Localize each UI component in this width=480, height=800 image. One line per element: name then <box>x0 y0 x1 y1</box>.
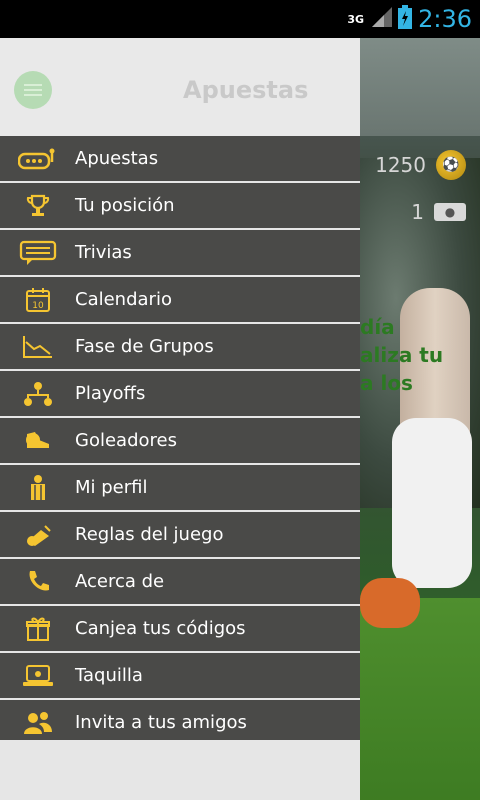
page-title: Apuestas <box>183 76 309 104</box>
tickets-value: 1 <box>411 200 424 224</box>
coin-icon: ⚽ <box>436 150 466 180</box>
menu-item-canjea-tus-codigos[interactable]: Canjea tus códigos <box>0 606 360 653</box>
coins-value: 1250 <box>375 153 426 177</box>
menu-item-label: Calendario <box>75 289 172 310</box>
laptop-icon <box>0 653 75 698</box>
menu-item-tu-posicion[interactable]: Tu posición <box>0 183 360 230</box>
menu-item-label: Canjea tus códigos <box>75 618 246 639</box>
clock: 2:36 <box>418 5 472 33</box>
bracket-icon <box>0 371 75 416</box>
battery-icon <box>398 5 413 33</box>
chat-icon <box>0 230 75 275</box>
trophy-icon <box>0 183 75 228</box>
menu-item-label: Goleadores <box>75 430 177 451</box>
svg-text:10: 10 <box>32 301 44 311</box>
menu-item-label: Taquilla <box>75 665 143 686</box>
menu-item-calendario[interactable]: 10 Calendario <box>0 277 360 324</box>
ticket-icon: ● <box>434 203 466 221</box>
menu-item-taquilla[interactable]: Taquilla <box>0 653 360 700</box>
soccer-boot-icon <box>0 418 75 463</box>
menu-item-playoffs[interactable]: Playoffs <box>0 371 360 418</box>
phone-icon <box>0 559 75 604</box>
menu-item-mi-perfil[interactable]: Mi perfil <box>0 465 360 512</box>
menu-item-label: Acerca de <box>75 571 165 592</box>
player-sock-image <box>392 418 472 588</box>
drawer-header: Apuestas <box>0 38 360 136</box>
menu-item-label: Reglas del juego <box>75 524 224 545</box>
menu-toggle-button[interactable] <box>14 71 52 109</box>
whistle-icon <box>0 512 75 557</box>
navigation-drawer: Apuestas Apuestas Tu posición Trivias 10 <box>0 38 360 800</box>
drawer-footer <box>0 740 360 800</box>
menu-item-reglas-del-juego[interactable]: Reglas del juego <box>0 512 360 559</box>
menu-item-label: Playoffs <box>75 383 146 404</box>
coins-stat[interactable]: 1250 ⚽ <box>375 150 466 180</box>
friends-icon <box>0 700 75 745</box>
calendar-icon: 10 <box>0 277 75 322</box>
menu-item-label: Apuestas <box>75 148 159 169</box>
menu-item-label: Tu posición <box>75 195 175 216</box>
drawer-menu: Apuestas Tu posición Trivias 10 Calendar… <box>0 136 360 747</box>
tickets-stat[interactable]: 1 ● <box>411 200 466 224</box>
menu-item-label: Fase de Grupos <box>75 336 214 357</box>
menu-item-acerca-de[interactable]: Acerca de <box>0 559 360 606</box>
menu-item-trivias[interactable]: Trivias <box>0 230 360 277</box>
player-icon <box>0 465 75 510</box>
trend-chart-icon <box>0 324 75 369</box>
boot-image <box>360 578 420 628</box>
status-bar: 3G 2:36 <box>0 0 480 38</box>
menu-item-fase-de-grupos[interactable]: Fase de Grupos <box>0 324 360 371</box>
menu-item-apuestas[interactable]: Apuestas <box>0 136 360 183</box>
menu-item-label: Trivias <box>75 242 132 263</box>
hamburger-icon <box>24 81 42 99</box>
menu-item-label: Invita a tus amigos <box>75 712 247 733</box>
signal-icon <box>372 7 393 31</box>
status-icons: 3G 2:36 <box>347 0 472 38</box>
menu-item-label: Mi perfil <box>75 477 148 498</box>
promo-text: día aliza tu a los <box>360 315 444 395</box>
menu-item-goleadores[interactable]: Goleadores <box>0 418 360 465</box>
gift-icon <box>0 606 75 651</box>
slot-machine-icon <box>0 136 75 181</box>
network-type: 3G <box>347 12 365 26</box>
grass-image <box>360 598 480 800</box>
